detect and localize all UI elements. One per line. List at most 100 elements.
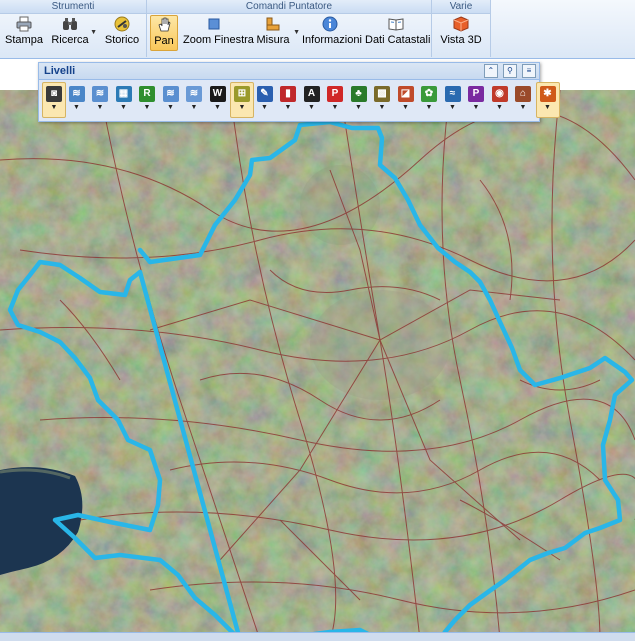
group-title: Strumenti — [0, 0, 146, 14]
layer-button[interactable]: ⊞▼ — [230, 82, 254, 118]
layer-button[interactable]: ▦▼ — [113, 83, 135, 117]
livelli-panel[interactable]: Livelli ⌃ ⚲ ≡ ◙▼≋▼≋▼▦▼R▼≋▼≋▼W▼⊞▼✎▼▮▼A▼P▼… — [38, 62, 540, 122]
town-centre — [310, 290, 450, 400]
layer-button[interactable]: ✎▼ — [254, 83, 276, 117]
layer-dropdown-icon[interactable]: ▼ — [348, 104, 370, 111]
dati-catastali-button[interactable]: Dati Catastali — [365, 15, 427, 49]
layer-dropdown-icon[interactable]: ▼ — [512, 104, 534, 111]
layer-dropdown-icon[interactable]: ▼ — [418, 104, 440, 111]
group-title: Comandi Puntatore — [147, 0, 431, 14]
informazioni-button[interactable]: Informazioni — [302, 15, 358, 49]
layer-dropdown-icon[interactable]: ▼ — [277, 104, 299, 111]
layer-dropdown-icon[interactable]: ▼ — [89, 104, 111, 111]
dropdown-arrow-icon[interactable]: ▼ — [90, 29, 97, 36]
letter-w-icon: W — [210, 86, 226, 102]
layer-button[interactable]: ≋▼ — [183, 83, 205, 117]
layer-dropdown-icon[interactable]: ▼ — [371, 104, 393, 111]
layer-dropdown-icon[interactable]: ▼ — [442, 104, 464, 111]
layer-button[interactable]: ◙▼ — [42, 82, 66, 118]
button-label: Ricerca — [51, 34, 88, 46]
binoculars-icon — [62, 16, 78, 32]
layer-dropdown-icon[interactable]: ▼ — [183, 104, 205, 111]
leaf-icon: ✿ — [421, 86, 437, 102]
house-icon: ⌂ — [515, 86, 531, 102]
layer-button[interactable]: ◪▼ — [395, 83, 417, 117]
layer-dropdown-icon[interactable]: ▼ — [66, 104, 88, 111]
layer-dropdown-icon[interactable]: ▼ — [489, 104, 511, 111]
history-icon — [114, 16, 130, 32]
group-varie: Varie Vista 3D — [432, 0, 491, 57]
race-track-area — [300, 165, 380, 245]
button-label: Stampa — [5, 34, 43, 46]
tree-icon: ♣ — [351, 86, 367, 102]
pin-icon: ✎ — [257, 86, 273, 102]
letter-r-icon: R — [139, 86, 155, 102]
camera-icon: ◙ — [46, 86, 62, 102]
layer-button[interactable]: ≋▼ — [160, 83, 182, 117]
layer-stack-icon: ≋ — [186, 86, 202, 102]
stampa-button[interactable]: Stampa — [4, 15, 44, 49]
button-label: Zoom Finestra — [183, 34, 254, 46]
info-icon — [322, 16, 338, 32]
misura-button[interactable]: Misura ▼ — [253, 15, 293, 49]
layer-button[interactable]: ≈▼ — [442, 83, 464, 117]
map-view[interactable] — [0, 90, 635, 640]
book-icon — [388, 16, 404, 32]
grid-color-icon: ▩ — [374, 86, 390, 102]
layer-button[interactable]: P▼ — [324, 83, 346, 117]
layer-dropdown-icon[interactable]: ▼ — [207, 104, 229, 111]
ricerca-button[interactable]: Ricerca ▼ — [50, 15, 90, 49]
layer-button[interactable]: ✿▼ — [418, 83, 440, 117]
button-label: Storico — [105, 34, 139, 46]
button-label: Pan — [154, 35, 174, 47]
layer-button[interactable]: A▼ — [301, 83, 323, 117]
layer-dropdown-icon[interactable]: ▼ — [231, 104, 253, 111]
label-red-icon: P — [327, 86, 343, 102]
storico-button[interactable]: Storico — [102, 15, 142, 49]
layer-button[interactable]: ≋▼ — [89, 83, 111, 117]
group-comandi-puntatore: Comandi Puntatore Pan Zoom Finestra Misu… — [147, 0, 432, 57]
layer-dropdown-icon[interactable]: ▼ — [160, 104, 182, 111]
layer-button[interactable]: ▮▼ — [277, 83, 299, 117]
circle-target-icon: ◉ — [492, 86, 508, 102]
printer-icon — [16, 16, 32, 32]
layer-dropdown-icon[interactable]: ▼ — [301, 104, 323, 111]
vista-3d-button[interactable]: Vista 3D — [440, 15, 482, 49]
layer-dropdown-icon[interactable]: ▼ — [465, 104, 487, 111]
dropdown-arrow-icon[interactable]: ▼ — [293, 29, 300, 36]
aerial-map[interactable] — [0, 90, 635, 640]
button-label: Misura — [256, 34, 289, 46]
layer-button[interactable]: ≋▼ — [66, 83, 88, 117]
cadastral-icon: ⊞ — [234, 86, 250, 102]
button-label: Vista 3D — [440, 34, 481, 46]
layer-button[interactable]: ✱▼ — [536, 82, 560, 118]
layer-dropdown-icon[interactable]: ▼ — [395, 104, 417, 111]
layer-button[interactable]: P▼ — [465, 83, 487, 117]
layer-dropdown-icon[interactable]: ▼ — [136, 104, 158, 111]
zoom-finestra-button[interactable]: Zoom Finestra — [183, 15, 245, 49]
layer-button[interactable]: ▩▼ — [371, 83, 393, 117]
layer-dropdown-icon[interactable]: ▼ — [113, 104, 135, 111]
letter-a-icon: A — [304, 86, 320, 102]
layer-button[interactable]: ⌂▼ — [512, 83, 534, 117]
layer-dropdown-icon[interactable]: ▼ — [324, 104, 346, 111]
binoculars-small-icon[interactable]: ⚲ — [503, 64, 517, 78]
layer-stack-icon: ≋ — [69, 86, 85, 102]
layer-stack-icon: ≋ — [163, 86, 179, 102]
ruler-icon — [265, 16, 281, 32]
layer-dropdown-icon[interactable]: ▼ — [254, 104, 276, 111]
panel-tools: ⌃ ⚲ ≡ — [482, 64, 536, 78]
layer-button[interactable]: ♣▼ — [348, 83, 370, 117]
zoning-icon: ◪ — [398, 86, 414, 102]
button-label: Dati Catastali — [365, 34, 430, 46]
layer-dropdown-icon[interactable]: ▼ — [43, 104, 65, 111]
pan-button[interactable]: Pan — [150, 15, 178, 51]
button-label: Informazioni — [302, 34, 362, 46]
layer-button[interactable]: W▼ — [207, 83, 229, 117]
list-icon[interactable]: ≡ — [522, 64, 536, 78]
collapse-icon[interactable]: ⌃ — [484, 64, 498, 78]
layer-button[interactable]: ◉▼ — [489, 83, 511, 117]
layer-dropdown-icon[interactable]: ▼ — [537, 104, 559, 111]
layer-button[interactable]: R▼ — [136, 83, 158, 117]
cube-3d-icon — [453, 16, 469, 32]
